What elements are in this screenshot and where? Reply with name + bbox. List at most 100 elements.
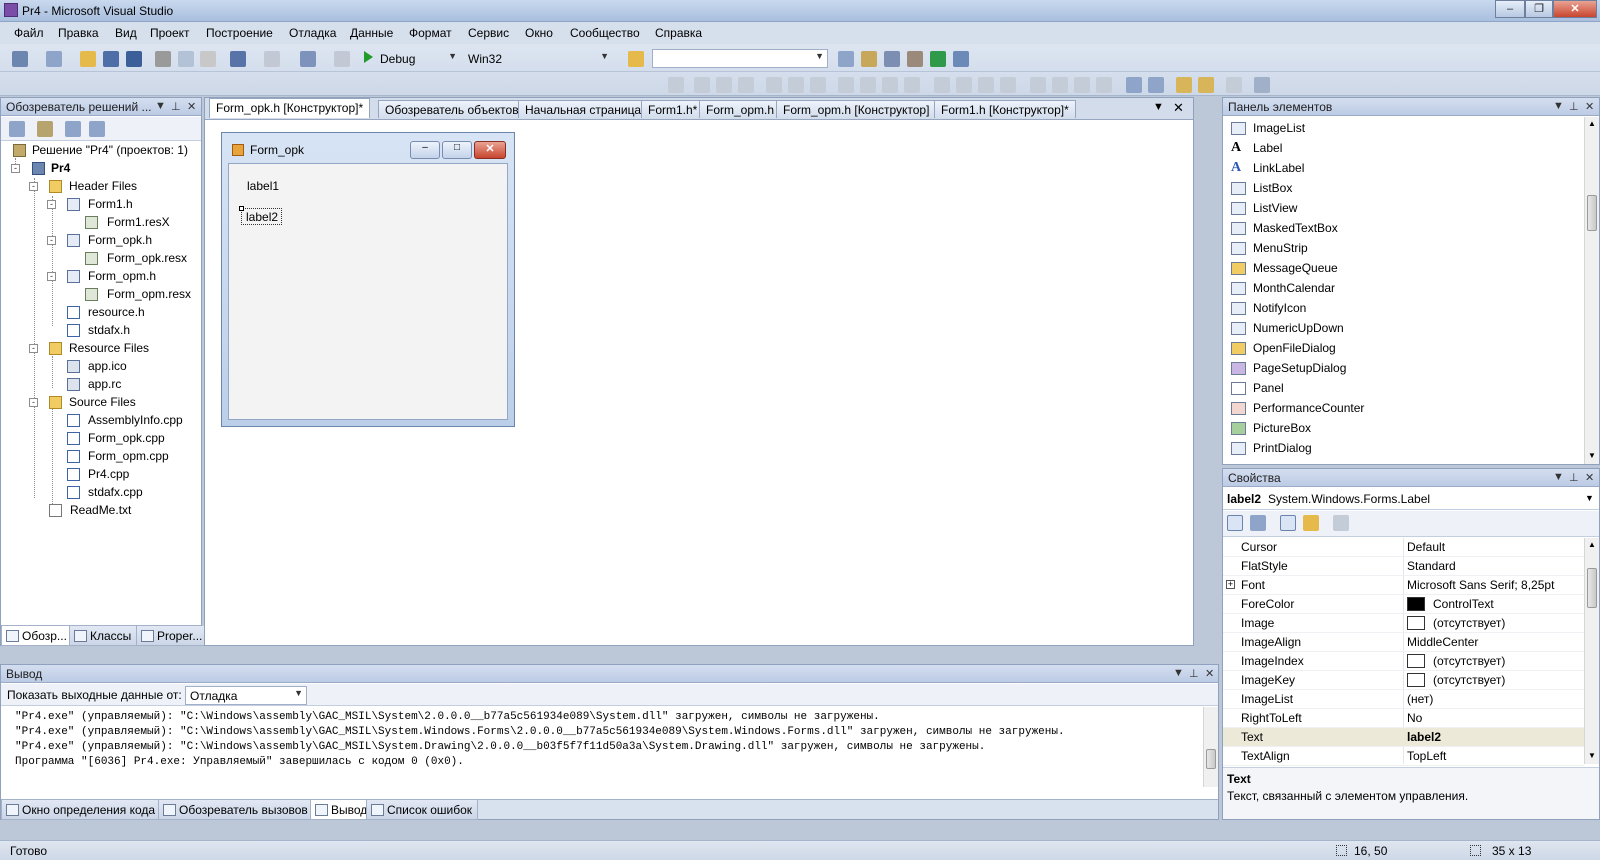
horizontal-spacing-icon[interactable] [934,77,950,93]
close-document-icon[interactable]: ✕ [1173,100,1184,118]
tab-error-list[interactable]: Список ошибок [366,800,479,820]
menu-file[interactable]: Файл [14,26,44,40]
collapse-icon[interactable]: - [47,200,56,209]
scroll-thumb[interactable] [1206,749,1216,769]
expand-icon[interactable]: + [1226,580,1235,589]
collapse-icon[interactable]: - [29,182,38,191]
scroll-down-icon[interactable]: ▼ [1588,451,1596,460]
undo-icon[interactable] [230,51,246,67]
toolbox-item[interactable]: A Label [1223,139,1583,159]
platform-combo[interactable]: Win32 ▼ [463,49,613,68]
label2-control[interactable]: label2 [241,208,282,225]
toolbox-item[interactable]: PictureBox [1223,419,1583,439]
pin-icon[interactable]: ⊥ [1189,667,1199,680]
tab-form-opm-h[interactable]: Form_opm.h [699,100,782,118]
cut-icon[interactable] [155,51,171,67]
properties-icon[interactable] [9,121,25,137]
tab-object-browser[interactable]: Обозреватель объектов [378,100,526,118]
menu-tools[interactable]: Сервис [468,26,509,40]
categorized-icon[interactable] [1227,515,1243,531]
increase-horizontal-spacing-icon[interactable] [956,77,972,93]
pin-icon[interactable]: ⊥ [171,100,181,113]
make-same-width-icon[interactable] [838,77,854,93]
property-row[interactable]: FlatStyle Standard [1223,557,1584,576]
property-row[interactable]: + Font Microsoft Sans Serif; 8,25pt [1223,576,1584,595]
collapse-icon[interactable]: - [47,272,56,281]
minimize-button[interactable]: – [1495,0,1525,18]
object-selector[interactable]: label2 System.Windows.Forms.Label ▼ [1223,488,1599,510]
make-same-height-icon[interactable] [860,77,876,93]
output-scrollbar[interactable] [1203,707,1218,787]
tab-form-opm-designer[interactable]: Form_opm.h [Конструктор] [776,100,937,118]
property-pages-icon[interactable] [1333,515,1349,531]
toolbox-item[interactable]: NotifyIcon [1223,299,1583,319]
remove-horizontal-spacing-icon[interactable] [1000,77,1016,93]
close-icon[interactable]: ✕ [187,100,196,113]
tab-call-browser[interactable]: Обозреватель вызовов [158,800,314,820]
menu-format[interactable]: Формат [409,26,452,40]
output-source-combo[interactable]: Отладка ▼ [185,686,307,705]
dropdown-icon[interactable]: ▼ [1173,667,1184,679]
close-icon[interactable]: ✕ [1205,667,1214,680]
add-item-icon[interactable] [46,51,62,67]
toolbox-item[interactable]: MessageQueue [1223,259,1583,279]
menu-debug[interactable]: Отладка [289,26,336,40]
tab-start-page[interactable]: Начальная страница [518,100,649,118]
tab-output[interactable]: Вывод [310,800,374,820]
menu-help[interactable]: Справка [655,26,702,40]
toolbox-icon[interactable] [907,51,923,67]
align-tops-icon[interactable] [766,77,782,93]
decrease-horizontal-spacing-icon[interactable] [978,77,994,93]
menu-window[interactable]: Окно [525,26,553,40]
label1-control[interactable]: label1 [247,179,279,193]
center-vertically-icon[interactable] [1148,77,1164,93]
property-row[interactable]: Image (отсутствует) [1223,614,1584,633]
toolbox-item[interactable]: OpenFileDialog [1223,339,1583,359]
toolbox-item[interactable]: ImageList [1223,119,1583,139]
scroll-thumb[interactable] [1587,195,1597,231]
paste-icon[interactable] [200,51,216,67]
find-in-files-icon[interactable] [628,51,644,67]
output-text[interactable]: "Pr4.exe" (управляемый): "C:\Windows\ass… [1,707,1201,799]
open-file-icon[interactable] [80,51,96,67]
align-bottoms-icon[interactable] [810,77,826,93]
form-designer-window[interactable]: Form_opk – □ ✕ label1 label2 [221,132,515,427]
property-row[interactable]: ImageIndex (отсутствует) [1223,652,1584,671]
close-icon[interactable]: ✕ [1585,100,1594,113]
dropdown-icon[interactable]: ▼ [1553,471,1564,483]
toolbox-item[interactable]: MonthCalendar [1223,279,1583,299]
save-icon[interactable] [103,51,119,67]
save-all-icon[interactable] [126,51,142,67]
tab-property-manager[interactable]: Proper... [136,626,209,646]
make-same-size-icon[interactable] [882,77,898,93]
align-lefts-icon[interactable] [694,77,710,93]
maximize-button[interactable]: ❐ [1525,0,1553,18]
toolbox-item[interactable]: ListBox [1223,179,1583,199]
tab-code-definition[interactable]: Окно определения кода [1,800,162,820]
tab-solution-explorer[interactable]: Обозр... [1,626,73,646]
configuration-combo[interactable]: Debug ▼ [375,49,461,68]
show-all-files-icon[interactable] [37,121,53,137]
property-row[interactable]: ImageList (нет) [1223,690,1584,709]
scroll-down-icon[interactable]: ▼ [1588,751,1596,760]
vertical-spacing-icon[interactable] [1030,77,1046,93]
collapse-icon[interactable]: - [29,344,38,353]
menu-edit[interactable]: Правка [58,26,99,40]
toolbox-item[interactable]: MenuStrip [1223,239,1583,259]
menu-community[interactable]: Сообщество [570,26,640,40]
view-class-diagram-icon[interactable] [89,121,105,137]
bring-to-front-icon[interactable] [1176,77,1192,93]
copy-icon[interactable] [178,51,194,67]
navigate-back-icon[interactable] [300,51,316,67]
tab-form1-h[interactable]: Form1.h* [641,100,705,118]
align-middles-icon[interactable] [788,77,804,93]
property-row[interactable]: ForeColor ControlText [1223,595,1584,614]
new-project-icon[interactable] [12,51,28,67]
form-client-area[interactable]: label1 label2 [228,163,508,420]
navigate-forward-icon[interactable] [334,51,350,67]
collapse-icon[interactable]: - [47,236,56,245]
pin-icon[interactable]: ⊥ [1569,100,1579,113]
scroll-up-icon[interactable]: ▲ [1588,119,1596,128]
collapse-icon[interactable]: - [29,398,38,407]
toolbox-item[interactable]: Panel [1223,379,1583,399]
